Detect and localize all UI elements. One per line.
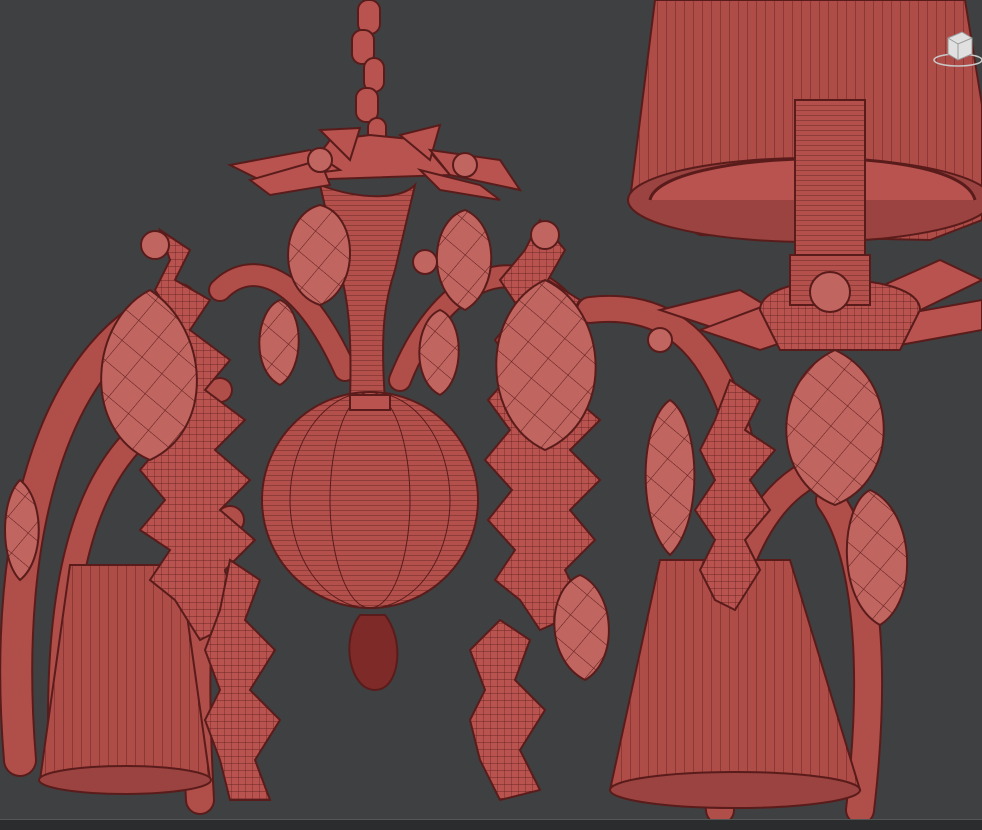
3d-viewport[interactable] — [0, 0, 982, 830]
chain — [351, 0, 387, 149]
central-sphere — [261, 391, 479, 692]
viewport-bottom-strip — [0, 819, 982, 830]
viewcube-glyph — [933, 31, 982, 67]
viewcube-icon[interactable] — [928, 24, 982, 78]
chandelier-wireframe-render — [0, 0, 982, 825]
